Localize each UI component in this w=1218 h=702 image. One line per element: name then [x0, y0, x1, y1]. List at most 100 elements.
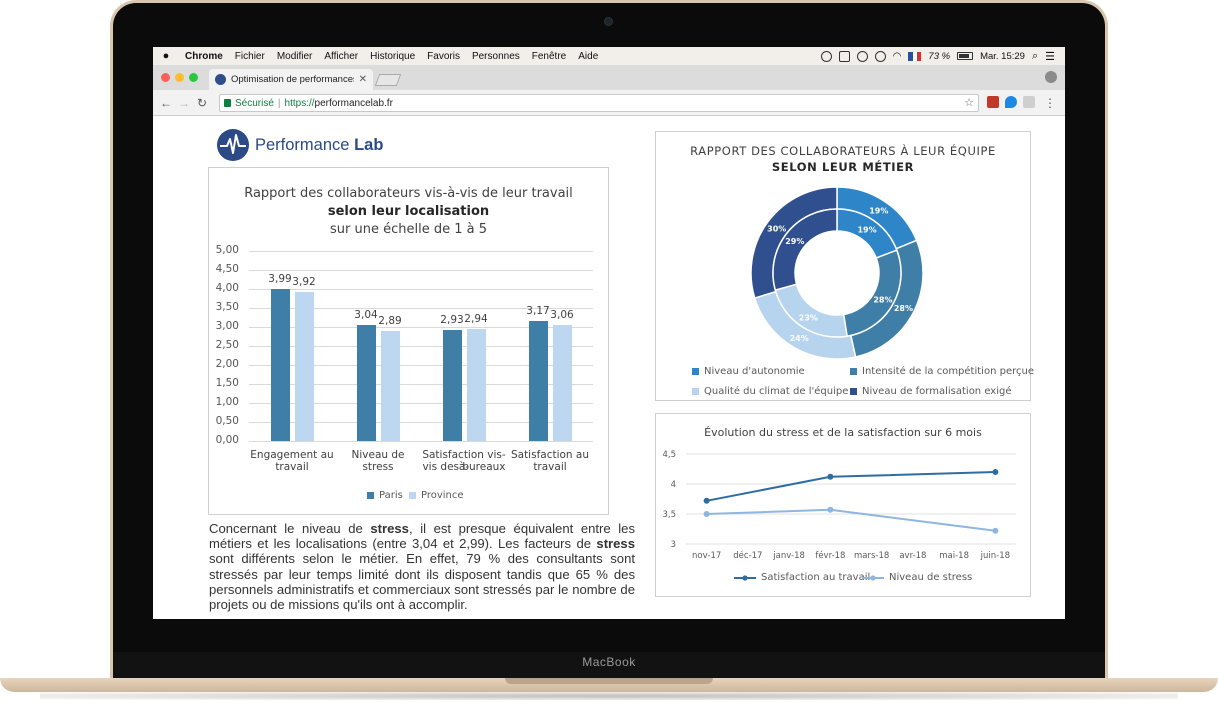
donut-slice-label: 29% — [785, 237, 804, 246]
menu-personnes[interactable]: Personnes — [466, 51, 526, 62]
chrome-menu-icon[interactable]: ⋮ — [1041, 96, 1059, 110]
line-y-tick-label: 4,5 — [662, 450, 676, 460]
y-tick-label: 0,00 — [215, 434, 239, 446]
donut-chart-svg: 19% 28% 24% 30% 19% 28% 23% 29% — [750, 186, 924, 360]
laptop-notch — [505, 678, 713, 684]
donut-legend-formalisation: Niveau de formalisation exigé — [850, 386, 1012, 397]
legend-line-stress-icon — [862, 574, 884, 581]
back-arrow-icon[interactable]: ← — [157, 96, 175, 110]
y-tick-label: 4,00 — [215, 282, 239, 294]
extension-icon[interactable] — [987, 96, 999, 108]
donut-slice-label: 30% — [767, 224, 786, 233]
donut-legend-competition: Intensité de la compétition perçue — [850, 366, 1034, 377]
line-y-tick-label: 3,5 — [662, 510, 676, 520]
line-y-tick-label: 3 — [671, 540, 676, 550]
check-circle-icon[interactable] — [820, 50, 832, 62]
menu-afficher[interactable]: Afficher — [318, 51, 364, 62]
tab-close-icon[interactable]: ✕ — [359, 74, 367, 85]
donut-slice-label: 28% — [873, 296, 892, 305]
french-flag-icon[interactable] — [908, 51, 922, 61]
donut-legend-autonomie: Niveau d'autonomie — [692, 366, 805, 377]
menu-favoris[interactable]: Favoris — [421, 51, 466, 62]
y-tick-label: 5,00 — [215, 244, 239, 256]
lock-icon — [224, 99, 231, 107]
paragraph-bold-stress-2: stress — [596, 536, 635, 552]
line-legend-stress: Niveau de stress — [862, 572, 972, 583]
legend-swatch-competition — [850, 368, 857, 375]
menu-aide[interactable]: Aide — [572, 51, 604, 62]
bookmark-star-icon[interactable]: ☆ — [964, 96, 974, 109]
y-tick-label: 1,00 — [215, 396, 239, 408]
logo-name-bold: Lab — [354, 135, 384, 154]
window-close-button[interactable] — [161, 73, 170, 82]
dropbox-icon[interactable] — [838, 50, 850, 62]
legend-label-autonomie: Niveau d'autonomie — [704, 366, 805, 377]
laptop-shadow — [40, 692, 1178, 700]
bar-data-label: 3,06 — [550, 308, 574, 321]
line-series-satisfaction — [706, 471, 996, 502]
window-zoom-button[interactable] — [189, 73, 198, 82]
x-category-label: vis des bureaux — [422, 461, 506, 473]
menu-app-chrome[interactable]: Chrome — [179, 51, 229, 62]
line-x-tick-label: mai-18 — [939, 551, 969, 561]
reload-icon[interactable]: ↻ — [193, 96, 211, 110]
bar-data-label: 2,94 — [464, 313, 488, 326]
legend-label-formalisation: Niveau de formalisation exigé — [862, 386, 1012, 397]
line-point — [827, 506, 834, 513]
url-scheme: https:// — [284, 97, 315, 109]
extension-gray-icon[interactable] — [1023, 96, 1035, 108]
notification-center-icon[interactable]: ☰ — [1045, 50, 1055, 63]
legend-swatch-autonomie — [692, 368, 699, 375]
browser-tab-strip: Optimisation de performances ✕ — [153, 65, 1065, 90]
menu-bar-clock[interactable]: Mar. 15:29 — [980, 51, 1025, 62]
line-x-tick-label: mars-18 — [854, 551, 889, 561]
apple-menu-icon[interactable]: ● — [153, 50, 179, 62]
y-tick-label: 4,50 — [215, 263, 239, 275]
forward-arrow-icon[interactable]: → — [175, 96, 193, 110]
line-legend-satisfaction: Satisfaction au travail — [734, 572, 870, 583]
battery-percentage[interactable]: 73 % — [928, 51, 950, 62]
menu-modifier[interactable]: Modifier — [271, 51, 319, 62]
legend-label-stress: Niveau de stress — [889, 572, 973, 583]
bar-chart-plot: 5,00 4,50 4,00 3,50 3,00 2,50 2,00 1,50 1,00 0,50… — [209, 168, 610, 516]
legend-label-satisfaction: Satisfaction au travail — [761, 572, 871, 583]
site-favicon-icon — [215, 74, 226, 85]
line-x-tick-label: avr-18 — [899, 551, 926, 561]
y-tick-label: 0,50 — [215, 415, 239, 427]
legend-swatch-climat — [692, 388, 699, 395]
legend-swatch-formalisation — [850, 388, 857, 395]
tab-title: Optimisation de performances — [231, 74, 354, 85]
performance-lab-logo[interactable]: Performance Lab — [217, 129, 383, 161]
menu-historique[interactable]: Historique — [364, 51, 421, 62]
bar-data-label: 3,92 — [292, 276, 316, 289]
heartbeat-logo-icon — [217, 129, 249, 161]
y-tick-label: 2,50 — [215, 339, 239, 351]
bar-province — [380, 331, 400, 441]
line-series-stress — [706, 508, 996, 532]
donut-slice-label: 28% — [894, 304, 913, 313]
time-machine-icon[interactable] — [874, 50, 886, 62]
tab-optimisation[interactable]: Optimisation de performances ✕ — [209, 69, 373, 90]
line-x-tick-label: janv-18 — [772, 551, 805, 561]
donut-slice-label: 24% — [790, 334, 809, 343]
menu-fichier[interactable]: Fichier — [229, 51, 271, 62]
window-minimize-button[interactable] — [175, 73, 184, 82]
sync-icon[interactable] — [856, 50, 868, 62]
y-gridline — [249, 441, 593, 442]
line-y-tick-label: 4 — [671, 480, 676, 490]
drop-extension-icon[interactable] — [1005, 96, 1017, 108]
line-x-tick-label: févr-18 — [815, 550, 845, 561]
new-tab-button[interactable] — [374, 74, 402, 86]
battery-icon[interactable] — [957, 52, 974, 60]
y-tick-label: 3,50 — [215, 301, 239, 313]
line-point — [992, 527, 999, 534]
wifi-icon[interactable]: ◠ — [893, 51, 902, 62]
x-category-label: travail — [533, 461, 567, 473]
line-point — [992, 469, 999, 475]
profile-avatar-icon[interactable] — [1045, 71, 1057, 83]
menu-fenetre[interactable]: Fenêtre — [526, 51, 572, 62]
spotlight-search-icon[interactable]: ⌕ — [1032, 50, 1038, 63]
bar-legend-paris: Paris — [367, 490, 403, 501]
address-bar[interactable]: Sécurisé | https:// performancelab.fr ☆ — [219, 94, 979, 112]
legend-label-competition: Intensité de la compétition perçue — [862, 366, 1034, 377]
